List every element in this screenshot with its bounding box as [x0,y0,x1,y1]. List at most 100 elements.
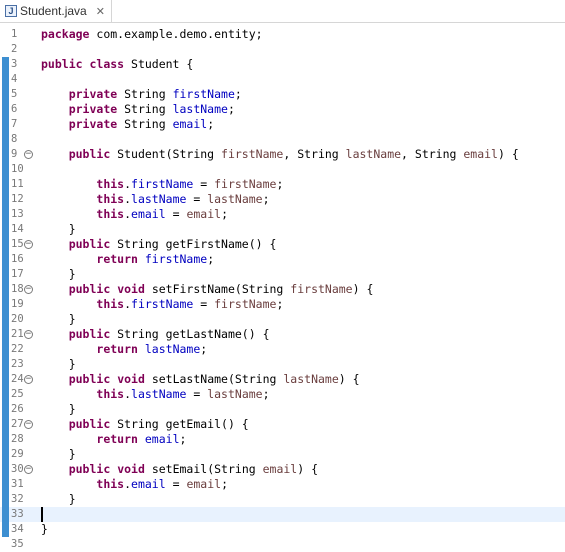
code-token: email [131,207,166,221]
fold-toggle-icon[interactable]: − [24,420,33,429]
change-marker [2,507,9,522]
code-line[interactable]: 26 } [0,402,565,417]
code-token: public [68,327,118,341]
code-token: return [96,432,138,446]
code-token: firstName [144,252,208,266]
code-line[interactable]: 23 } [0,357,565,372]
code-line[interactable]: 11 this.firstName = firstName; [0,177,565,192]
code-text: return firstName; [41,252,214,267]
code-line[interactable]: 13 this.email = email; [0,207,565,222]
line-number: 2 [11,43,18,55]
code-line[interactable]: 18− public void setFirstName(String firs… [0,282,565,297]
change-marker [2,177,9,192]
code-line[interactable]: 3 public class Student { [0,57,565,72]
code-editor[interactable]: 1 package com.example.demo.entity; 2 3 publi… [0,23,565,550]
code-line[interactable]: 35 [0,537,565,552]
code-token: ; [276,297,284,311]
line-number: 20 [11,313,24,325]
code-line[interactable]: 29 } [0,447,565,462]
code-token: public [68,237,118,251]
code-line[interactable]: 14 } [0,222,565,237]
code-token: ) { [352,282,374,296]
line-number: 13 [11,208,24,220]
code-line[interactable]: 27− public String getEmail() { [0,417,565,432]
code-line[interactable]: 22 return lastName; [0,342,565,357]
line-number: 28 [11,433,24,445]
code-token: email [186,207,222,221]
code-token: firstName [131,297,194,311]
change-marker [2,192,9,207]
code-line[interactable]: 32 } [0,492,565,507]
code-line[interactable]: 31 this.email = email; [0,477,565,492]
fold-toggle-icon[interactable]: − [24,330,33,339]
code-text: } [41,447,76,462]
code-line[interactable]: 21− public String getLastName() { [0,327,565,342]
code-line[interactable]: 2 [0,42,565,57]
code-line[interactable]: 28 return email; [0,432,565,447]
code-line[interactable]: 25 this.lastName = lastName; [0,387,565,402]
code-line[interactable]: 20 } [0,312,565,327]
code-line[interactable]: 16 return firstName; [0,252,565,267]
code-text: this.lastName = lastName; [41,192,269,207]
code-line[interactable]: 24− public void setLastName(String lastN… [0,372,565,387]
code-line[interactable]: 12 this.lastName = lastName; [0,192,565,207]
code-token: firstName [290,282,353,296]
code-text: this.firstName = firstName; [41,177,283,192]
fold-toggle-icon[interactable]: − [24,285,33,294]
fold-toggle-icon[interactable]: − [24,150,33,159]
code-token: package [41,27,97,41]
code-token: . [124,192,132,206]
code-line[interactable]: 5 private String firstName; [0,87,565,102]
code-line[interactable]: 4 [0,72,565,87]
code-token: email [172,117,208,131]
code-line[interactable]: 6 private String lastName; [0,102,565,117]
code-line[interactable]: 15− public String getFirstName() { [0,237,565,252]
change-marker [2,162,9,177]
code-token: , String [283,147,346,161]
code-token: . [124,297,132,311]
code-line[interactable]: 10 [0,162,565,177]
code-token: } [41,222,76,236]
code-line[interactable]: 8 [0,132,565,147]
fold-toggle-icon[interactable]: − [24,375,33,384]
close-icon[interactable]: ✕ [96,5,105,18]
line-number: 4 [11,73,18,85]
code-token: setEmail(String [151,462,263,476]
code-token: com.example.demo.entity; [96,27,263,41]
code-token: this [96,207,125,221]
change-marker [2,117,9,132]
code-line[interactable]: 33 [0,507,565,522]
code-token: private [68,87,125,101]
change-marker [2,132,9,147]
code-token: public [68,147,118,161]
code-line[interactable]: 7 private String email; [0,117,565,132]
code-line[interactable]: 9− public Student(String firstName, Stri… [0,147,565,162]
code-token: String [124,117,173,131]
code-text: public void setLastName(String lastName)… [41,372,360,387]
change-marker [2,57,9,72]
code-token: firstName [214,297,277,311]
fold-toggle-icon[interactable]: − [24,240,33,249]
code-line[interactable]: 1 package com.example.demo.entity; [0,27,565,42]
code-token: ) { [338,372,360,386]
fold-toggle-icon[interactable]: − [24,465,33,474]
line-number: 25 [11,388,24,400]
code-line[interactable]: 19 this.firstName = firstName; [0,297,565,312]
code-token: ; [262,387,270,401]
change-marker [2,252,9,267]
code-line[interactable]: 30− public void setEmail(String email) { [0,462,565,477]
code-line[interactable]: 17 } [0,267,565,282]
code-token: return [96,252,138,266]
code-line[interactable]: 34} [0,522,565,537]
tab-student-java[interactable]: J Student.java ✕ [0,0,112,22]
code-token: = [193,297,215,311]
code-token: setLastName(String [151,372,284,386]
code-text: public String getLastName() { [41,327,270,342]
